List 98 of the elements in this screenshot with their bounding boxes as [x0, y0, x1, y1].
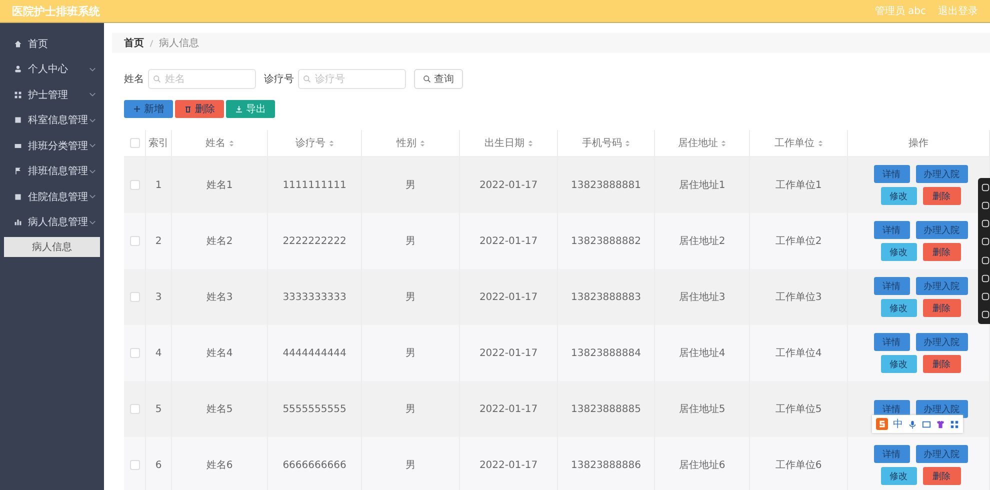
- grid-icon[interactable]: [950, 420, 959, 428]
- grid-icon: [14, 90, 22, 99]
- checkbox[interactable]: [130, 292, 140, 302]
- table-cell: 姓名6: [172, 437, 268, 490]
- delete-button[interactable]: 删除: [922, 467, 960, 485]
- delete-button[interactable]: 删除: [922, 187, 960, 205]
- caret-icon: [89, 66, 96, 72]
- delete-button[interactable]: 删除: [175, 100, 224, 118]
- caret-icon: [89, 92, 96, 98]
- admit-button[interactable]: 办理入院: [916, 221, 968, 239]
- table-cell: 2022-01-17: [460, 437, 558, 490]
- caret-icon: [89, 143, 96, 148]
- detail-button[interactable]: 详情: [874, 221, 910, 239]
- admit-button[interactable]: 办理入院: [916, 333, 968, 351]
- checkbox[interactable]: [130, 348, 140, 358]
- edit-button[interactable]: 修改: [880, 243, 916, 261]
- delete-button[interactable]: 删除: [922, 299, 960, 317]
- ime-logo-icon[interactable]: [876, 418, 888, 430]
- shirt-icon[interactable]: [936, 420, 945, 428]
- sidebar-item[interactable]: 排班信息管理: [0, 158, 104, 184]
- sidebar-item[interactable]: 病人信息管理: [0, 210, 104, 235]
- breadcrumb-link[interactable]: 首页: [124, 36, 144, 50]
- delete-button[interactable]: 删除: [922, 243, 960, 261]
- app-title: 医院护士排班系统: [12, 4, 100, 18]
- caret-icon: [89, 220, 96, 225]
- admit-button[interactable]: 办理入院: [916, 277, 968, 295]
- table-cell: 居住地址6: [655, 437, 750, 490]
- download-icon: [235, 105, 243, 113]
- detail-button[interactable]: 详情: [874, 333, 910, 351]
- search-icon: [303, 75, 311, 83]
- doc-icon: [14, 116, 22, 124]
- column-header[interactable]: 姓名: [206, 136, 226, 150]
- sort-icon: [228, 140, 234, 146]
- table-cell: 6: [146, 437, 172, 490]
- edit-button[interactable]: 修改: [880, 187, 916, 205]
- column-header[interactable]: 出生日期: [484, 136, 524, 150]
- detail-button[interactable]: 详情: [874, 445, 910, 463]
- search-field[interactable]: 诊疗号: [298, 69, 406, 89]
- add-button[interactable]: 新增: [124, 100, 173, 118]
- detail-button[interactable]: 详情: [874, 277, 910, 295]
- doc-icon: [14, 192, 22, 201]
- microphone-icon[interactable]: [908, 420, 917, 428]
- checkbox[interactable]: [130, 138, 140, 148]
- sidebar-item[interactable]: 排班分类管理: [0, 133, 104, 158]
- edit-button[interactable]: 修改: [880, 467, 916, 485]
- search-icon: [423, 75, 431, 83]
- checkbox[interactable]: [130, 404, 140, 414]
- sidebar-item[interactable]: 科室信息管理: [0, 108, 104, 133]
- user-icon: [14, 65, 22, 74]
- table-cell: 13823888886: [558, 437, 655, 490]
- field-label: 诊疗号: [264, 72, 294, 86]
- home-icon: [14, 40, 22, 48]
- caret-icon: [89, 118, 96, 123]
- edit-button[interactable]: 修改: [880, 299, 916, 317]
- checkbox[interactable]: [130, 180, 140, 190]
- caret-icon: [89, 168, 96, 174]
- column-header[interactable]: 居住地址: [678, 136, 718, 150]
- caret-icon: [89, 194, 96, 200]
- admit-button[interactable]: 办理入院: [916, 445, 968, 463]
- sidebar-item[interactable]: 住院信息管理: [0, 184, 104, 210]
- field-label: 姓名: [124, 73, 144, 86]
- sidebar-subitem[interactable]: 病人信息: [4, 237, 100, 257]
- search-field[interactable]: 姓名: [148, 69, 256, 89]
- breadcrumb-link[interactable]: 病人信息: [159, 36, 199, 50]
- sidebar-item[interactable]: 首页: [0, 31, 104, 56]
- sort-icon: [818, 140, 822, 146]
- user-name: 管理员 abc: [874, 5, 926, 18]
- search-icon: [153, 75, 161, 83]
- admit-button[interactable]: 办理入院: [916, 165, 968, 183]
- sidebar-item[interactable]: 个人中心: [0, 56, 104, 82]
- table-cell: 男: [362, 437, 460, 490]
- edit-button[interactable]: 修改: [880, 355, 916, 373]
- sort-icon: [528, 140, 532, 146]
- delete-button[interactable]: 删除: [922, 355, 960, 373]
- table-cell: 工作单位6: [750, 437, 848, 490]
- column-header[interactable]: 诊疗号: [296, 136, 326, 150]
- export-button[interactable]: 导出: [226, 100, 275, 118]
- chart-icon: [14, 218, 22, 226]
- sort-icon: [721, 140, 726, 146]
- sort-icon: [625, 140, 630, 146]
- breadcrumb-separator-icon: [149, 38, 154, 48]
- table-cell: 6666666666: [268, 437, 362, 490]
- flag-icon: [14, 167, 22, 176]
- search-button[interactable]: 查询: [414, 69, 463, 89]
- input-mode[interactable]: 中: [893, 417, 903, 431]
- column-header[interactable]: 性别: [396, 136, 416, 150]
- checkbox[interactable]: [130, 460, 140, 470]
- column-header[interactable]: 索引: [148, 136, 168, 150]
- column-header[interactable]: 操作: [908, 136, 928, 150]
- plus-icon: [133, 105, 141, 113]
- sort-icon: [420, 140, 424, 146]
- column-header[interactable]: 工作单位: [774, 136, 814, 150]
- trash-icon: [184, 105, 192, 113]
- checkbox[interactable]: [130, 236, 140, 246]
- sort-icon: [328, 140, 334, 146]
- detail-button[interactable]: 详情: [874, 165, 910, 183]
- column-header[interactable]: 手机号码: [582, 136, 622, 150]
- sidebar-item[interactable]: 护士管理: [0, 82, 104, 108]
